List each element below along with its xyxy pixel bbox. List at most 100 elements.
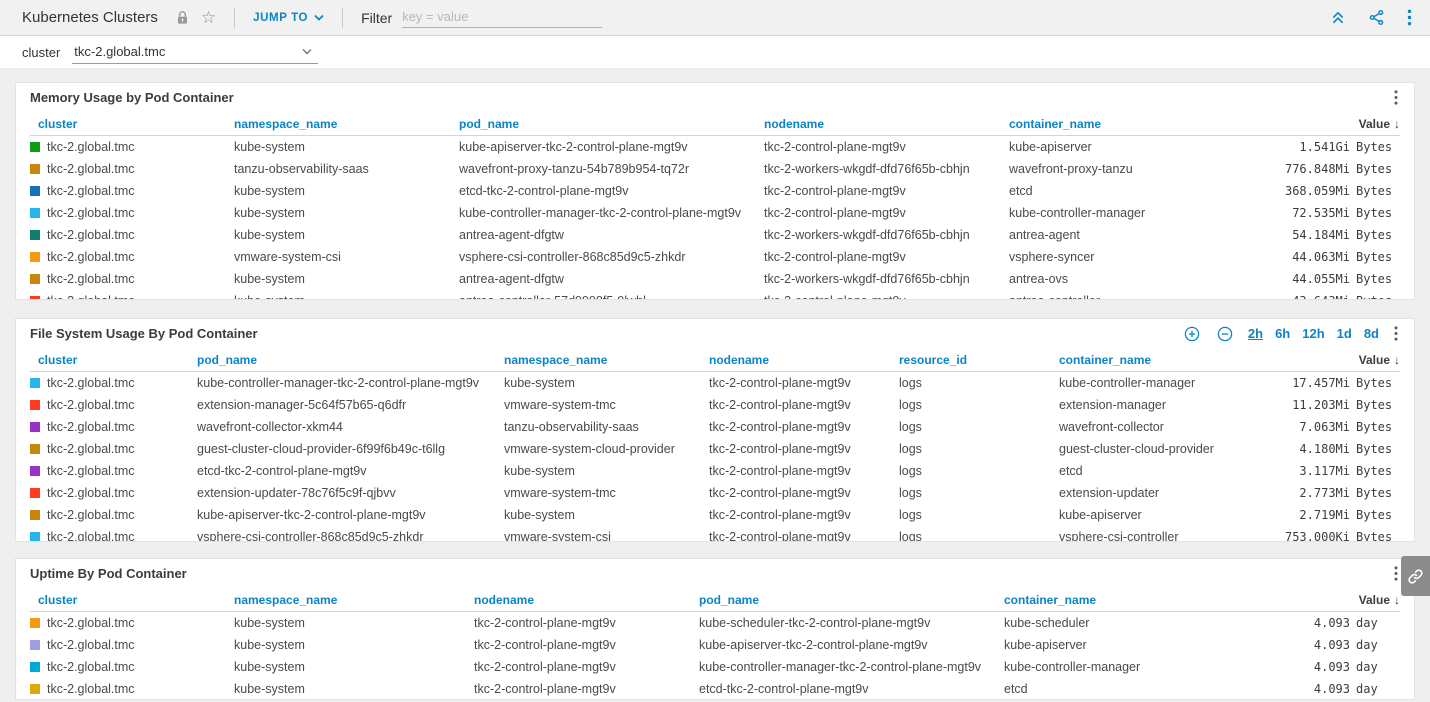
- column-header-namespace_name[interactable]: namespace_name: [234, 593, 474, 607]
- table-row[interactable]: tkc-2.global.tmctanzu-observability-saas…: [30, 158, 1400, 180]
- card-header: File System Usage By Pod Container 2h6h1…: [30, 319, 1400, 348]
- table-row[interactable]: tkc-2.global.tmckube-systemkube-controll…: [30, 202, 1400, 224]
- zoom-in-button[interactable]: [1182, 326, 1202, 342]
- column-header-pod_name[interactable]: pod_name: [699, 593, 1004, 607]
- column-header-namespace_name[interactable]: namespace_name: [234, 117, 459, 131]
- column-header-cluster[interactable]: cluster: [30, 353, 197, 367]
- series-color-swatch: [30, 186, 40, 196]
- cell-namespace_name: vmware-system-tmc: [504, 486, 709, 500]
- column-header-cluster[interactable]: cluster: [30, 117, 234, 131]
- kebab-menu-icon: [1394, 90, 1398, 105]
- cell-nodename: tkc-2-control-plane-mgt9v: [474, 638, 699, 652]
- collapse-all-button[interactable]: [1330, 10, 1346, 25]
- column-header-container_name[interactable]: container_name: [1004, 593, 1230, 607]
- cell-value: 776.848MiBytes: [1230, 162, 1400, 176]
- card-kebab-menu[interactable]: [1392, 326, 1400, 341]
- series-color-swatch: [30, 444, 40, 454]
- cell-resource_id: logs: [899, 376, 1059, 390]
- cell-nodename: tkc-2-control-plane-mgt9v: [709, 442, 899, 456]
- table-row[interactable]: tkc-2.global.tmckube-apiserver-tkc-2-con…: [30, 504, 1400, 526]
- share-button[interactable]: [1368, 9, 1385, 26]
- column-header-resource_id[interactable]: resource_id: [899, 353, 1059, 367]
- toolbar-kebab-menu[interactable]: [1407, 9, 1412, 26]
- cell-namespace_name: kube-system: [504, 508, 709, 522]
- table-row[interactable]: tkc-2.global.tmckube-systemetcd-tkc-2-co…: [30, 180, 1400, 202]
- table-body: tkc-2.global.tmckube-systemtkc-2-control…: [30, 612, 1400, 700]
- column-header-pod_name[interactable]: pod_name: [459, 117, 764, 131]
- card-kebab-menu[interactable]: [1392, 566, 1400, 581]
- cell-value: 72.535MiBytes: [1230, 206, 1400, 220]
- cell-cluster: tkc-2.global.tmc: [30, 508, 197, 522]
- cell-pod_name: antrea-agent-dfgtw: [459, 228, 764, 242]
- column-header-namespace_name[interactable]: namespace_name: [504, 353, 709, 367]
- table-row[interactable]: tkc-2.global.tmckube-systemtkc-2-control…: [30, 634, 1400, 656]
- cell-pod_name: vsphere-csi-controller-868c85d9c5-zhkdr: [197, 530, 504, 542]
- time-preset-2h[interactable]: 2h: [1248, 326, 1263, 341]
- column-header-nodename[interactable]: nodename: [709, 353, 899, 367]
- get-link-tab[interactable]: [1401, 556, 1430, 596]
- cell-pod_name: kube-apiserver-tkc-2-control-plane-mgt9v: [459, 140, 764, 154]
- column-header-container_name[interactable]: container_name: [1059, 353, 1230, 367]
- time-preset-6h[interactable]: 6h: [1275, 326, 1290, 341]
- table-row[interactable]: tkc-2.global.tmckube-systemtkc-2-control…: [30, 612, 1400, 634]
- cell-container_name: antrea-agent: [1009, 228, 1230, 242]
- cluster-select[interactable]: tkc-2.global.tmc: [72, 41, 318, 64]
- share-icon: [1368, 9, 1385, 26]
- cell-pod_name: kube-controller-manager-tkc-2-control-pl…: [459, 206, 764, 220]
- table-row[interactable]: tkc-2.global.tmcguest-cluster-cloud-prov…: [30, 438, 1400, 460]
- table-row[interactable]: tkc-2.global.tmckube-systemantrea-agent-…: [30, 268, 1400, 290]
- cell-pod_name: etcd-tkc-2-control-plane-mgt9v: [197, 464, 504, 478]
- table-row[interactable]: tkc-2.global.tmcvsphere-csi-controller-8…: [30, 526, 1400, 542]
- jump-to-menu[interactable]: JUMP TO: [253, 12, 324, 24]
- column-header-pod_name[interactable]: pod_name: [197, 353, 504, 367]
- time-preset-1d[interactable]: 1d: [1337, 326, 1352, 341]
- cell-value: 2.719MiBytes: [1230, 508, 1400, 522]
- cell-value: 2.773MiBytes: [1230, 486, 1400, 500]
- column-header-nodename[interactable]: nodename: [474, 593, 699, 607]
- cell-container_name: kube-controller-manager: [1009, 206, 1230, 220]
- column-header-container_name[interactable]: container_name: [1009, 117, 1230, 131]
- cell-resource_id: logs: [899, 508, 1059, 522]
- time-preset-12h[interactable]: 12h: [1302, 326, 1324, 341]
- table-row[interactable]: tkc-2.global.tmckube-systemkube-apiserve…: [30, 136, 1400, 158]
- cell-value: 7.063MiBytes: [1230, 420, 1400, 434]
- cell-value: 17.457MiBytes: [1230, 376, 1400, 390]
- cell-value: 44.063MiBytes: [1230, 250, 1400, 264]
- table-row[interactable]: tkc-2.global.tmcvmware-system-csivsphere…: [30, 246, 1400, 268]
- sort-desc-icon: ↓: [1394, 117, 1400, 131]
- table-row[interactable]: tkc-2.global.tmcextension-updater-78c76f…: [30, 482, 1400, 504]
- cell-nodename: tkc-2-control-plane-mgt9v: [709, 464, 899, 478]
- column-header-cluster[interactable]: cluster: [30, 593, 234, 607]
- time-preset-8d[interactable]: 8d: [1364, 326, 1379, 341]
- table-row[interactable]: tkc-2.global.tmckube-systemantrea-contro…: [30, 290, 1400, 300]
- column-header-value[interactable]: Value↓: [1230, 117, 1400, 131]
- toolbar-divider: [234, 8, 235, 28]
- series-color-swatch: [30, 296, 40, 300]
- series-color-swatch: [30, 208, 40, 218]
- favorite-star-icon[interactable]: ☆: [201, 9, 216, 26]
- cell-container_name: kube-controller-manager: [1059, 376, 1230, 390]
- cell-namespace_name: kube-system: [504, 376, 709, 390]
- column-header-value[interactable]: Value↓: [1230, 593, 1400, 607]
- cell-pod_name: kube-controller-manager-tkc-2-control-pl…: [699, 660, 1004, 674]
- card-kebab-menu[interactable]: [1392, 90, 1400, 105]
- zoom-out-button[interactable]: [1215, 326, 1235, 342]
- filter-input[interactable]: [402, 7, 602, 28]
- card-title: Memory Usage by Pod Container: [30, 90, 234, 105]
- table-row[interactable]: tkc-2.global.tmcextension-manager-5c64f5…: [30, 394, 1400, 416]
- table-row[interactable]: tkc-2.global.tmckube-systemantrea-agent-…: [30, 224, 1400, 246]
- cell-container_name: etcd: [1004, 682, 1230, 696]
- cell-nodename: tkc-2-control-plane-mgt9v: [474, 660, 699, 674]
- table-row[interactable]: tkc-2.global.tmcwavefront-collector-xkm4…: [30, 416, 1400, 438]
- cell-namespace_name: kube-system: [234, 228, 459, 242]
- table-row[interactable]: tkc-2.global.tmckube-systemtkc-2-control…: [30, 656, 1400, 678]
- table-row[interactable]: tkc-2.global.tmcetcd-tkc-2-control-plane…: [30, 460, 1400, 482]
- column-header-nodename[interactable]: nodename: [764, 117, 1009, 131]
- cell-nodename: tkc-2-control-plane-mgt9v: [709, 398, 899, 412]
- column-header-value[interactable]: Value↓: [1230, 353, 1400, 367]
- table-row[interactable]: tkc-2.global.tmckube-systemtkc-2-control…: [30, 678, 1400, 700]
- cell-namespace_name: kube-system: [234, 140, 459, 154]
- series-color-swatch: [30, 378, 40, 388]
- cell-pod_name: antrea-agent-dfgtw: [459, 272, 764, 286]
- table-row[interactable]: tkc-2.global.tmckube-controller-manager-…: [30, 372, 1400, 394]
